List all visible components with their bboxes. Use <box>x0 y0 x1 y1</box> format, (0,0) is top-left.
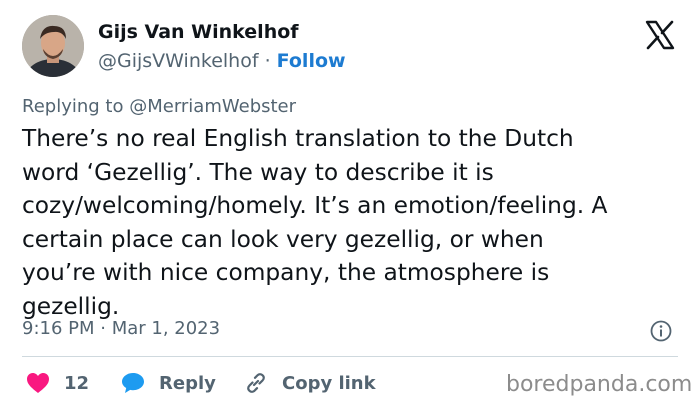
tweet-text: There’s no real English translation to t… <box>22 122 682 324</box>
link-icon <box>247 373 265 393</box>
info-icon[interactable] <box>650 320 672 342</box>
tweet-line: certain place can look very gezellig, or… <box>22 225 544 253</box>
author-handle-line: @GijsVWinkelhof · Follow <box>98 50 346 72</box>
copy-link-label: Copy link <box>282 372 376 394</box>
avatar[interactable] <box>22 15 84 77</box>
tweet-line: word ‘Gezellig’. The way to describe it … <box>22 158 494 186</box>
tweet-timestamp[interactable]: 9:16 PM · Mar 1, 2023 <box>22 318 220 339</box>
divider <box>22 356 678 357</box>
tweet-line: cozy/welcoming/homely. It’s an emotion/f… <box>22 192 608 220</box>
author-handle[interactable]: @GijsVWinkelhof <box>98 50 259 72</box>
like-count: 12 <box>64 372 90 394</box>
copy-link-button[interactable]: Copy link <box>244 366 376 400</box>
reply-target-link[interactable]: @MerriamWebster <box>129 96 296 117</box>
reply-prefix: Replying to <box>22 96 124 117</box>
follow-button[interactable]: Follow <box>277 50 346 72</box>
reply-label: Reply <box>159 372 216 394</box>
author-name[interactable]: Gijs Van Winkelhof <box>98 21 299 43</box>
avatar-photo <box>22 15 84 77</box>
handle-separator: · <box>264 50 271 72</box>
reply-context: Replying to @MerriamWebster <box>22 96 296 117</box>
heart-icon <box>27 373 49 393</box>
like-button[interactable]: 12 <box>26 366 89 400</box>
x-logo-icon[interactable] <box>645 20 675 50</box>
tweet-line: you’re with nice company, the atmosphere… <box>22 259 550 287</box>
tweet-line: There’s no real English translation to t… <box>22 125 574 152</box>
watermark: boredpanda.com <box>506 372 693 397</box>
reply-button[interactable]: Reply <box>121 366 216 400</box>
speech-bubble-icon <box>122 373 144 393</box>
